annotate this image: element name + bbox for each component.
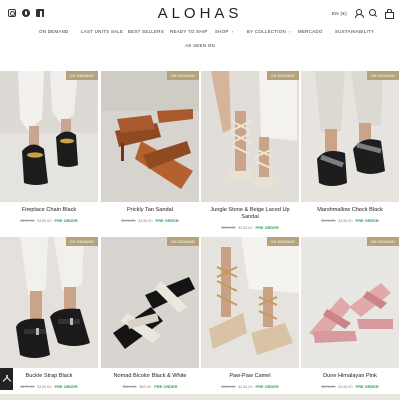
on-demand-badge: ON DEMAND <box>166 71 199 80</box>
sale-price: $83.00 <box>139 384 152 389</box>
on-demand-badge: ON DEMAND <box>266 71 299 80</box>
product-name[interactable]: Paw-Paw Camel <box>201 373 299 380</box>
top-bar: ALOHAS EN (€) <box>0 0 400 26</box>
product-image[interactable]: ON DEMAND <box>201 71 299 202</box>
sale-price: $130.00 <box>238 384 253 389</box>
sale-price: $130.00 <box>37 218 52 223</box>
sale-price: $130.00 <box>338 218 353 223</box>
nav-item-ready-to-ship[interactable]: READY TO SHIP <box>170 29 208 34</box>
on-demand-badge: ON DEMAND <box>366 71 399 80</box>
accessibility-icon <box>4 375 9 383</box>
product-price: $170.00 $130.00 PRE ORDER <box>301 218 399 223</box>
product-name[interactable]: Jungle Stone & Beige Laced Up <box>201 207 299 214</box>
product-image[interactable]: ON DEMAND <box>201 237 299 368</box>
accessibility-button[interactable] <box>0 368 13 390</box>
original-price: $170.00 <box>20 384 35 389</box>
product-name[interactable]: Fireplace Chain Black <box>0 207 98 214</box>
product-price: $170.00 $130.00 PRE ORDER <box>101 218 199 223</box>
product-price: $170.00 $130.00 PRE ORDER <box>201 225 299 230</box>
search-icon[interactable] <box>369 9 377 17</box>
next-row-preview <box>0 394 400 400</box>
nav-item-shop[interactable]: SHOP › <box>215 29 233 34</box>
original-price: $170.00 <box>221 225 236 230</box>
pre-order-label: PRE ORDER <box>154 384 178 389</box>
sale-price: $130.00 <box>37 384 52 389</box>
product-price: $170.00 $130.00 PRE ORDER <box>0 384 98 389</box>
product-image[interactable]: ON DEMAND <box>0 237 98 368</box>
product-image[interactable]: ON DEMAND <box>0 71 98 202</box>
original-price: $180.00 <box>221 384 236 389</box>
chevron-right-icon: › <box>288 29 291 34</box>
on-demand-badge: ON DEMAND <box>366 237 399 246</box>
pre-order-label: PRE ORDER <box>155 218 179 223</box>
product-name-line2[interactable]: Sandal <box>201 214 299 221</box>
product-price: $116.00 $83.00 PRE ORDER <box>101 384 199 389</box>
nav-item-as-seen-on[interactable]: AS SEEN ON <box>0 43 400 48</box>
product-name[interactable]: Prickly Tan Sandal <box>101 207 199 214</box>
pre-order-label: PRE ORDER <box>355 218 379 223</box>
pre-order-label: PRE ORDER <box>255 384 279 389</box>
sale-price: $130.00 <box>238 225 253 230</box>
cart-icon[interactable] <box>384 9 394 19</box>
pre-order-label: PRE ORDER <box>54 218 78 223</box>
nav-item-last-units-sale[interactable]: LAST UNITS SALE <box>81 29 123 34</box>
product-name[interactable]: Nomad Bicolor Black & White <box>101 373 199 380</box>
nav-item-best-sellers[interactable]: BEST SELLERS <box>128 29 164 34</box>
product-image[interactable]: ON DEMAND <box>101 71 199 202</box>
on-demand-badge: ON DEMAND <box>65 71 98 80</box>
nav-item-sustainability[interactable]: SUSTAINABILITY <box>335 29 374 34</box>
original-price: $170.00 <box>321 218 336 223</box>
original-price: $170.00 <box>321 384 336 389</box>
product-price: $180.00 $130.00 PRE ORDER <box>201 384 299 389</box>
product-name[interactable]: Buckle Strap Black <box>0 373 98 380</box>
sale-price: $130.00 <box>138 218 153 223</box>
language-selector[interactable]: EN (€) <box>332 11 347 16</box>
main-nav: ON DEMAND LAST UNITS SALE BEST SELLERS R… <box>0 29 400 37</box>
sale-price: $130.00 <box>338 384 353 389</box>
product-price: $170.00 $130.00 PRE ORDER <box>301 384 399 389</box>
pre-order-label: PRE ORDER <box>355 384 379 389</box>
pre-order-label: PRE ORDER <box>255 225 279 230</box>
original-price: $116.00 <box>122 384 137 389</box>
chevron-right-icon: › <box>231 29 234 34</box>
user-icon[interactable] <box>354 9 364 18</box>
nav-item-mercado[interactable]: MERCADO <box>298 29 323 34</box>
on-demand-badge: ON DEMAND <box>166 237 199 246</box>
product-name[interactable]: Marshmallow Check Black <box>301 207 399 214</box>
nav-item-by-collection[interactable]: BY COLLECTION › <box>247 29 291 34</box>
nav-item-on-demand[interactable]: ON DEMAND <box>39 29 69 34</box>
product-image[interactable]: ON DEMAND <box>101 237 199 368</box>
product-image[interactable]: ON DEMAND <box>301 237 399 368</box>
on-demand-badge: ON DEMAND <box>266 237 299 246</box>
on-demand-badge: ON DEMAND <box>65 237 98 246</box>
original-price: $170.00 <box>121 218 136 223</box>
header-tools: EN (€) <box>332 9 394 19</box>
pre-order-label: PRE ORDER <box>54 384 78 389</box>
product-image[interactable]: ON DEMAND <box>301 71 399 202</box>
product-price: $170.00 $130.00 PRE ORDER <box>0 218 98 223</box>
original-price: $170.00 <box>20 218 35 223</box>
product-name[interactable]: Dune Himalayan Pink <box>301 373 399 380</box>
